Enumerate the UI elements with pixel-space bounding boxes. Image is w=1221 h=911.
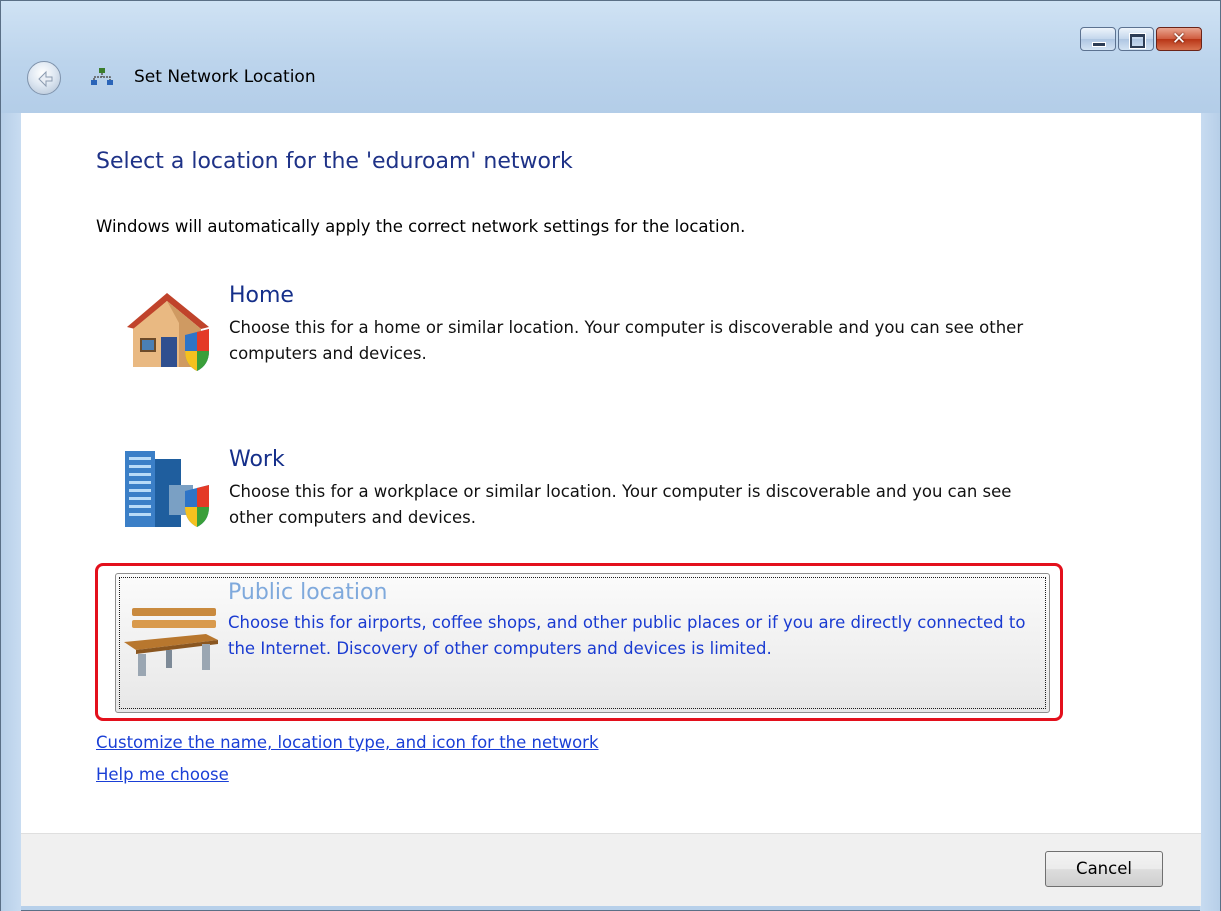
back-arrow-icon <box>38 70 53 88</box>
house-shield-icon <box>127 293 209 371</box>
public-location-option-title: Public location <box>228 580 388 605</box>
home-option-description: Choose this for a home or similar locati… <box>229 318 1024 363</box>
network-icon <box>91 68 113 85</box>
close-icon: ✕ <box>1171 29 1187 49</box>
park-bench-icon <box>124 608 218 676</box>
work-option-description: Choose this for a workplace or similar l… <box>229 482 1012 527</box>
close-button[interactable]: ✕ <box>1156 27 1202 51</box>
maximize-icon <box>1130 34 1145 48</box>
public-location-option[interactable]: Public location Choose this for airports… <box>95 563 1063 721</box>
window-title: Set Network Location <box>134 67 316 87</box>
instruction-text: Windows will automatically apply the cor… <box>96 217 746 236</box>
work-option-title: Work <box>229 447 285 472</box>
content-area: Select a location for the 'eduroam' netw… <box>21 113 1201 833</box>
cancel-button[interactable]: Cancel <box>1045 851 1163 887</box>
public-location-option-description: Choose this for airports, coffee shops, … <box>228 613 1026 658</box>
public-location-button[interactable]: Public location Choose this for airports… <box>115 573 1050 713</box>
minimize-button[interactable] <box>1080 27 1116 51</box>
home-option-title: Home <box>229 283 294 308</box>
title-bar: ✕ Set Network Location <box>1 1 1220 113</box>
footer-bar: Cancel <box>21 833 1201 906</box>
home-option[interactable]: Home Choose this for a home or similar l… <box>103 283 1063 437</box>
frame-right <box>1200 113 1220 911</box>
maximize-button[interactable] <box>1118 27 1154 51</box>
minimize-icon <box>1092 42 1106 47</box>
frame-left <box>1 113 21 911</box>
customize-network-link[interactable]: Customize the name, location type, and i… <box>96 733 599 752</box>
office-building-shield-icon <box>125 451 209 527</box>
caption-buttons: ✕ <box>1078 27 1202 51</box>
page-heading: Select a location for the 'eduroam' netw… <box>96 149 573 174</box>
back-button[interactable] <box>27 61 61 95</box>
set-network-location-window: ✕ Set Network Location Select a location… <box>0 0 1221 911</box>
help-me-choose-link[interactable]: Help me choose <box>96 765 229 784</box>
